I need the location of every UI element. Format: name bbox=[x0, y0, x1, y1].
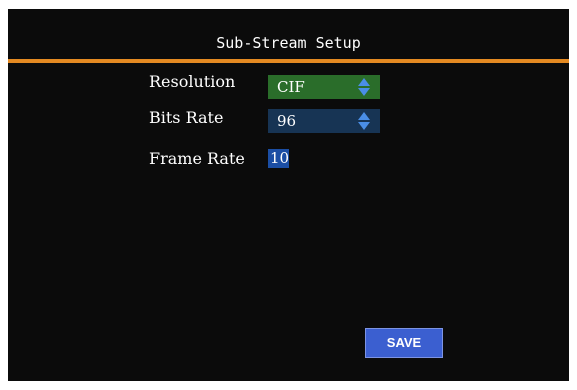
up-down-spinner-icon[interactable] bbox=[357, 77, 371, 97]
save-button[interactable]: SAVE bbox=[365, 328, 443, 358]
bits-rate-select[interactable]: 96 bbox=[268, 109, 380, 133]
up-down-spinner-icon[interactable] bbox=[357, 111, 371, 131]
resolution-value: CIF bbox=[277, 78, 305, 96]
frame-rate-value: 10 bbox=[270, 149, 290, 167]
bits-rate-value: 96 bbox=[277, 112, 297, 130]
sub-stream-setup-screen: Sub-Stream Setup Resolution CIF Bits Rat… bbox=[8, 9, 569, 381]
page-title: Sub-Stream Setup bbox=[216, 34, 361, 52]
resolution-select[interactable]: CIF bbox=[268, 75, 380, 99]
bits-rate-label: Bits Rate bbox=[149, 108, 224, 127]
title-divider bbox=[8, 59, 569, 63]
frame-rate-label: Frame Rate bbox=[149, 149, 245, 168]
frame-rate-field[interactable]: 10 bbox=[268, 149, 289, 168]
resolution-label: Resolution bbox=[149, 72, 236, 91]
